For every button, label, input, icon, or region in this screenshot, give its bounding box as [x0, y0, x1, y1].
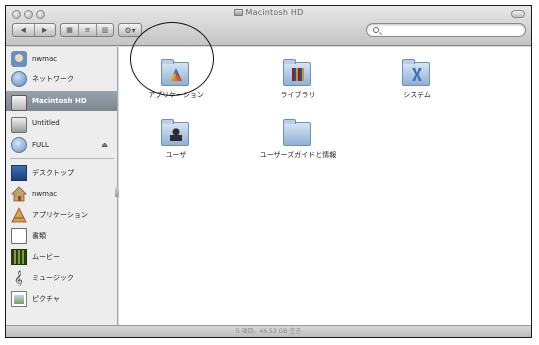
drive-icon — [11, 117, 27, 133]
sidebar-item-untitled[interactable]: Untitled — [6, 113, 117, 133]
status-text: 5 項目、46.53 GB 空き — [235, 328, 302, 335]
sidebar-divider — [10, 158, 114, 159]
folder-library[interactable]: ライブラリ — [253, 59, 343, 122]
window-title: Macintosh HD — [6, 8, 531, 17]
sidebar-item-label: ピクチャ — [32, 295, 60, 303]
users-emblem-icon — [170, 128, 182, 141]
sidebar-item-label: FULL — [32, 141, 49, 149]
sidebar-item-label: nwmac — [32, 190, 58, 198]
applications-icon — [11, 207, 27, 223]
sidebar-item-applications[interactable]: アプリケーション — [6, 205, 117, 225]
column-view-button[interactable]: ▥ — [97, 24, 113, 36]
search-input[interactable] — [366, 23, 526, 37]
sidebar-item-desktop[interactable]: デスクトップ — [6, 163, 117, 183]
folder-label: ライブラリ — [280, 91, 316, 99]
pictures-icon — [11, 291, 27, 307]
view-switcher: ▦ ≡ ▥ — [60, 23, 114, 37]
sidebar-item-label: ムービー — [32, 253, 60, 261]
sidebar-item-label: Untitled — [32, 119, 60, 127]
folder-label: ユーザ — [165, 151, 187, 159]
hard-drive-icon — [11, 95, 27, 111]
list-view-button[interactable]: ≡ — [79, 24, 97, 36]
sidebar-item-macintosh-hd[interactable]: Macintosh HD — [6, 91, 117, 111]
sidebar-item-music[interactable]: 𝄞 ミュージック — [6, 268, 117, 288]
sidebar-item-movies[interactable]: ムービー — [6, 247, 117, 267]
toolbar-toggle-button[interactable] — [511, 10, 525, 18]
disc-icon — [11, 137, 27, 153]
search-icon — [373, 27, 379, 33]
music-icon: 𝄞 — [14, 270, 23, 286]
folder-label: システム — [403, 91, 431, 99]
eject-icon[interactable]: ⏏ — [101, 141, 108, 149]
sidebar-item-documents[interactable]: 書類 — [6, 226, 117, 246]
sidebar-item-label: アプリケーション — [32, 211, 88, 219]
documents-icon — [11, 228, 27, 244]
sidebar: nwmac ネットワーク Macintosh HD Untitled FULL … — [6, 47, 120, 327]
system-emblem-icon — [412, 68, 422, 81]
desktop-icon — [11, 165, 27, 181]
svg-text:𝄞: 𝄞 — [14, 270, 23, 286]
folder-icon — [283, 119, 311, 146]
sidebar-item-nwmac-computer[interactable]: nwmac — [6, 49, 117, 69]
sidebar-item-home[interactable]: nwmac — [6, 184, 117, 204]
library-folder-icon — [283, 59, 311, 86]
sidebar-item-label: Macintosh HD — [32, 97, 87, 105]
nav-buttons: ◀ ▶ — [12, 23, 56, 37]
home-icon — [11, 186, 27, 202]
icon-view-button[interactable]: ▦ — [61, 24, 79, 36]
folder-label: ユーザーズガイドと情報 — [259, 151, 337, 159]
network-computer-icon — [11, 51, 27, 67]
movies-icon — [11, 249, 27, 265]
sidebar-item-label: デスクトップ — [32, 169, 74, 177]
forward-button[interactable]: ▶ — [35, 24, 56, 36]
finder-window: Macintosh HD ◀ ▶ ▦ ≡ ▥ ⚙▾ nwmac ネットワーク M… — [5, 5, 532, 338]
users-folder-icon — [161, 119, 189, 146]
highlight-circle — [130, 22, 214, 96]
status-bar: 5 項目、46.53 GB 空き — [6, 325, 531, 337]
folder-system[interactable]: システム — [372, 59, 462, 122]
sidebar-item-label: ミュージック — [32, 274, 74, 282]
back-button[interactable]: ◀ — [13, 24, 35, 36]
sidebar-item-full[interactable]: FULL ⏏ — [6, 135, 117, 155]
sidebar-item-label: 書類 — [32, 232, 46, 240]
sidebar-item-label: ネットワーク — [32, 75, 74, 83]
network-globe-icon — [11, 71, 27, 87]
library-emblem-icon — [292, 68, 304, 81]
folder-users-guides[interactable]: ユーザーズガイドと情報 — [253, 119, 343, 182]
sidebar-item-network[interactable]: ネットワーク — [6, 69, 117, 89]
folder-users[interactable]: ユーザ — [131, 119, 221, 182]
hard-drive-icon — [233, 9, 243, 16]
system-folder-icon — [402, 59, 430, 86]
title-toolbar: Macintosh HD ◀ ▶ ▦ ≡ ▥ ⚙▾ — [6, 6, 531, 46]
sidebar-item-label: nwmac — [32, 55, 58, 63]
sidebar-item-pictures[interactable]: ピクチャ — [6, 289, 117, 309]
